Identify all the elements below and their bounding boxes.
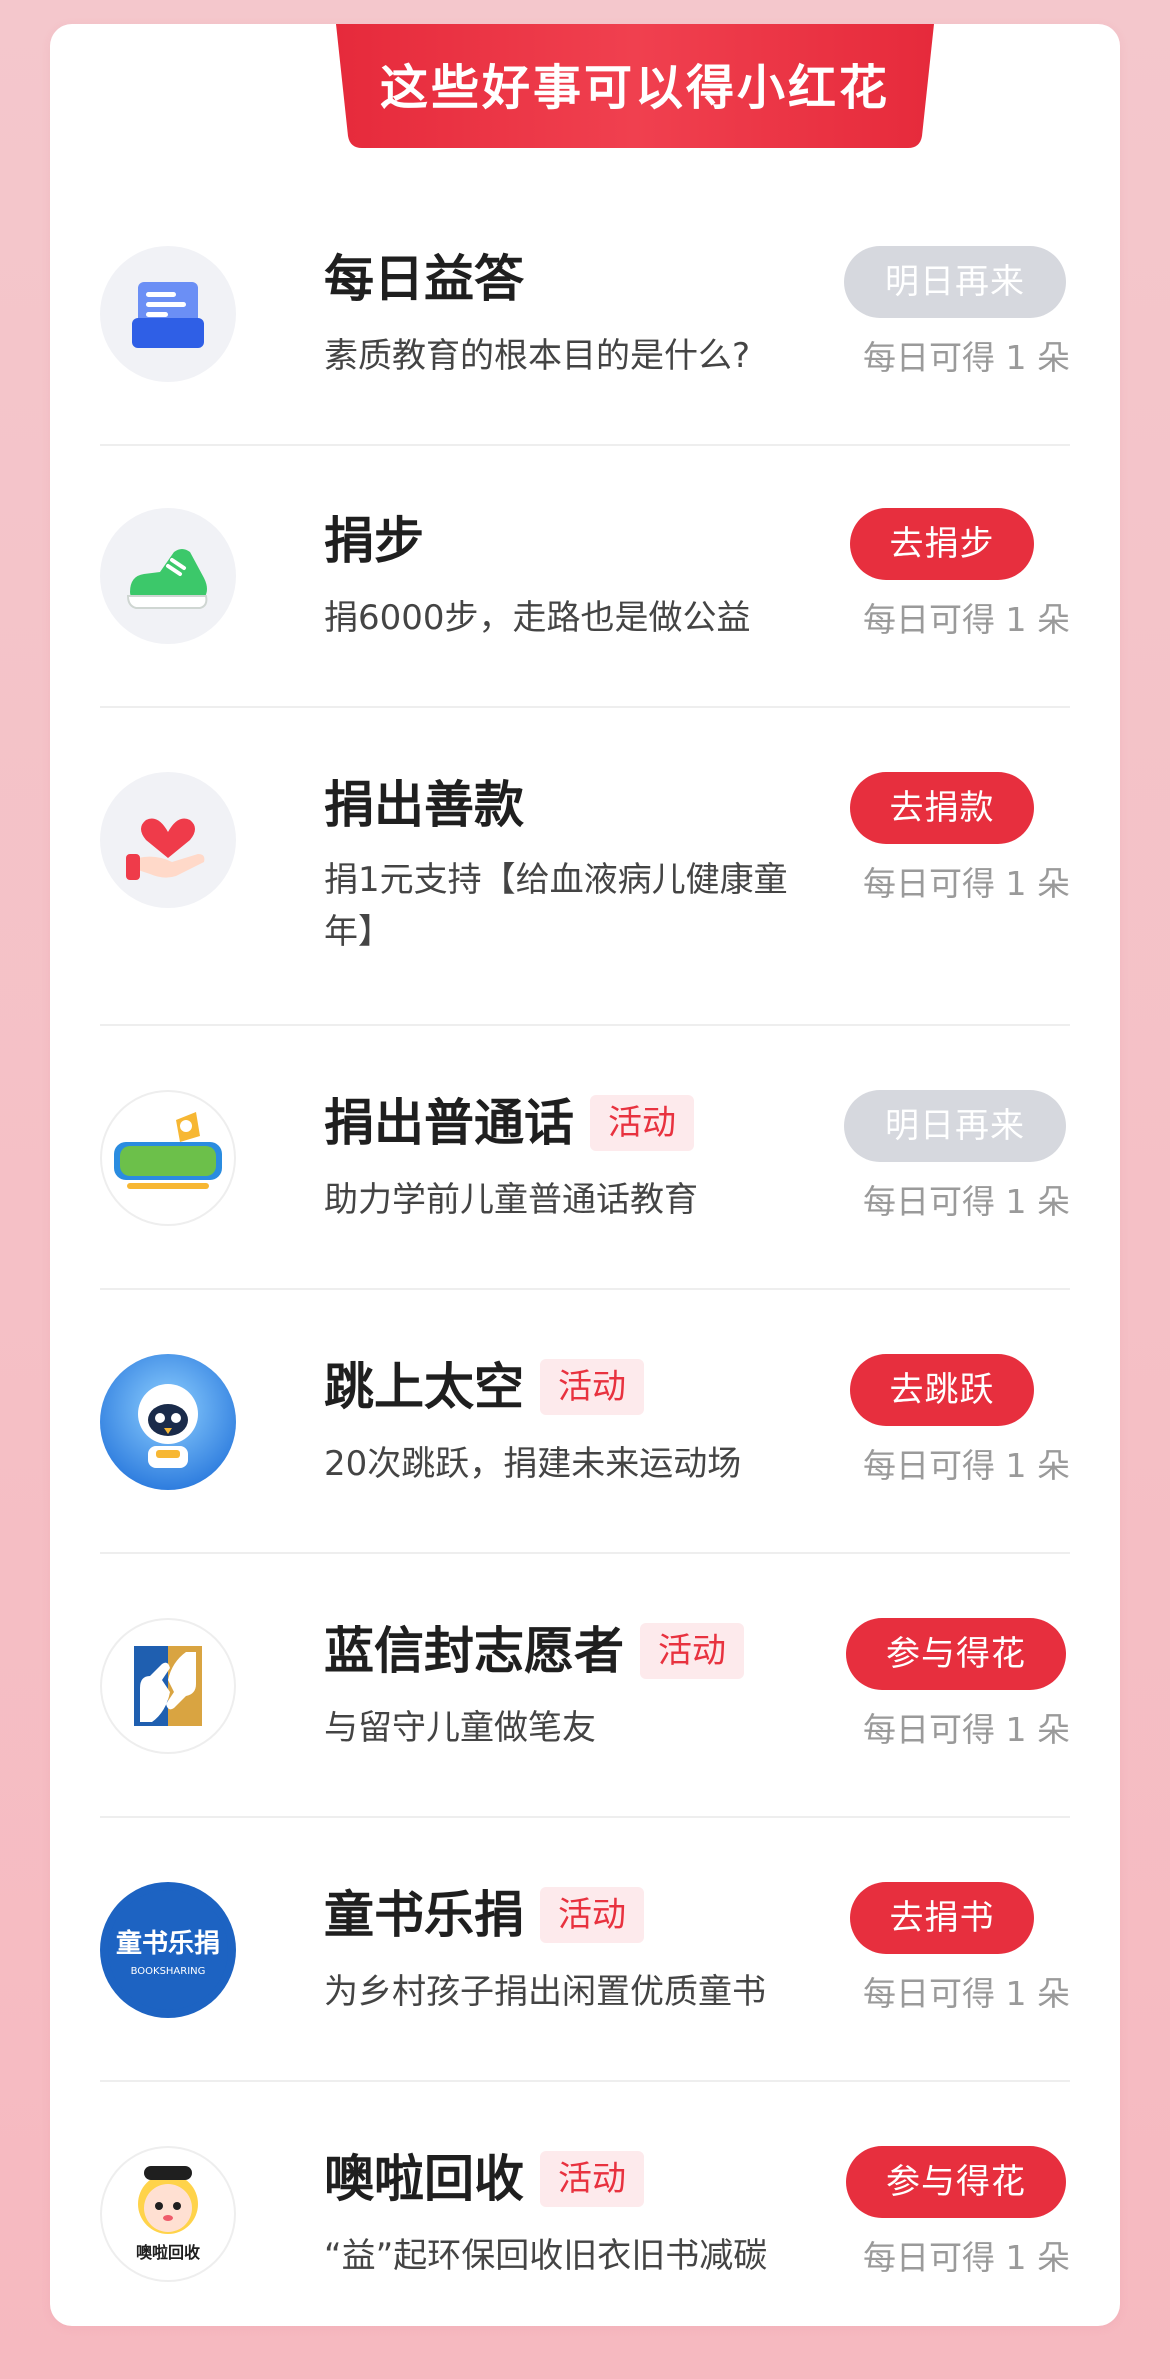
reward-text: 每日可得 1 朵	[863, 1974, 1070, 2013]
task-item-jump-space: 跳上太空 活动 20次跳跃，捐建未来运动场 去跳跃 每日可得 1 朵	[100, 1290, 1070, 1554]
reward-text: 每日可得 1 朵	[863, 1182, 1070, 1221]
task-title: 童书乐捐	[324, 1886, 524, 1944]
task-description: 20次跳跃，捐建未来运动场	[324, 1444, 742, 1484]
activity-tag: 活动	[590, 1095, 694, 1151]
task-description: 为乡村孩子捐出闲置优质童书	[324, 1972, 766, 2012]
task-description: 与留守儿童做笔友	[324, 1708, 596, 1748]
task-title: 捐出善款	[324, 776, 524, 834]
header-title: 这些好事可以得小红花	[379, 60, 890, 116]
task-title: 每日益答	[324, 250, 524, 308]
task-item-book-donation: 童书乐捐 BOOKSHARING 童书乐捐 活动 为乡村孩子捐出闲置优质童书 去…	[100, 1818, 1070, 2082]
task-title: 跳上太空	[324, 1358, 524, 1416]
astronaut-penguin-icon	[100, 1354, 236, 1490]
task-description: “益”起环保回收旧衣旧书减碳	[324, 2236, 768, 2276]
activity-tag: 活动	[640, 1623, 744, 1679]
donate-money-button[interactable]: 去捐款	[850, 772, 1034, 844]
activity-tag: 活动	[540, 2151, 644, 2207]
task-description: 助力学前儿童普通话教育	[324, 1180, 698, 1220]
donate-books-button[interactable]: 去捐书	[850, 1882, 1034, 1954]
reward-text: 每日可得 1 朵	[863, 338, 1070, 377]
booksharing-logo-icon: 童书乐捐 BOOKSHARING	[100, 1882, 236, 2018]
task-item-daily-quiz: 每日益答 素质教育的根本目的是什么? 明日再来 每日可得 1 朵	[100, 140, 1070, 446]
task-item-ola-recycle: 噢啦回收 噢啦回收 活动 “益”起环保回收旧衣旧书减碳 参与得花 每日可得 1 …	[100, 2082, 1070, 2326]
reward-text: 每日可得 1 朵	[863, 1446, 1070, 1485]
putonghua-logo-icon	[100, 1090, 236, 1226]
task-title: 蓝信封志愿者	[324, 1622, 624, 1680]
activity-tag: 活动	[540, 1359, 644, 1415]
task-item-putonghua: 捐出普通话 活动 助力学前儿童普通话教育 明日再来 每日可得 1 朵	[100, 1026, 1070, 1290]
donate-steps-button[interactable]: 去捐步	[850, 508, 1034, 580]
task-title: 捐出普通话	[324, 1094, 574, 1152]
task-description: 素质教育的根本目的是什么?	[324, 336, 751, 376]
svg-text:童书乐捐: 童书乐捐	[116, 1928, 220, 1959]
reward-text: 每日可得 1 朵	[863, 1710, 1070, 1749]
join-flower-button[interactable]: 参与得花	[846, 1618, 1066, 1690]
task-description: 捐1元支持【给血液病儿健康童年】	[324, 860, 788, 952]
svg-text:噢啦回收: 噢啦回收	[136, 2243, 200, 2262]
task-card: 这些好事可以得小红花 每日益答 素质教育的根本目的是什么? 明日再来 每日可得 …	[50, 24, 1120, 2326]
reward-text: 每日可得 1 朵	[863, 2238, 1070, 2277]
come-tomorrow-button[interactable]: 明日再来	[844, 1090, 1066, 1162]
come-tomorrow-button[interactable]: 明日再来	[844, 246, 1066, 318]
news-card-icon	[100, 246, 236, 382]
jump-button[interactable]: 去跳跃	[850, 1354, 1034, 1426]
task-item-donate-steps: 捐步 捐6000步，走路也是做公益 去捐步 每日可得 1 朵	[100, 446, 1070, 708]
reward-text: 每日可得 1 朵	[863, 600, 1070, 639]
task-item-donate-money: 捐出善款 捐1元支持【给血液病儿健康童年】 去捐款 每日可得 1 朵	[100, 708, 1070, 1026]
task-title: 捐步	[324, 512, 424, 570]
header-ribbon: 这些好事可以得小红花	[336, 24, 934, 148]
task-item-blue-envelope: 蓝信封志愿者 活动 与留守儿童做笔友 参与得花 每日可得 1 朵	[100, 1554, 1070, 1818]
sneaker-icon	[100, 508, 236, 644]
reward-text: 每日可得 1 朵	[863, 864, 1070, 903]
join-flower-button[interactable]: 参与得花	[846, 2146, 1066, 2218]
heart-hand-icon	[100, 772, 236, 908]
task-description: 捐6000步，走路也是做公益	[324, 598, 751, 638]
task-title: 噢啦回收	[324, 2150, 524, 2208]
activity-tag: 活动	[540, 1887, 644, 1943]
svg-text:BOOKSHARING: BOOKSHARING	[131, 1966, 206, 1977]
ola-recycle-logo-icon: 噢啦回收	[100, 2146, 236, 2282]
hands-logo-icon	[100, 1618, 236, 1754]
